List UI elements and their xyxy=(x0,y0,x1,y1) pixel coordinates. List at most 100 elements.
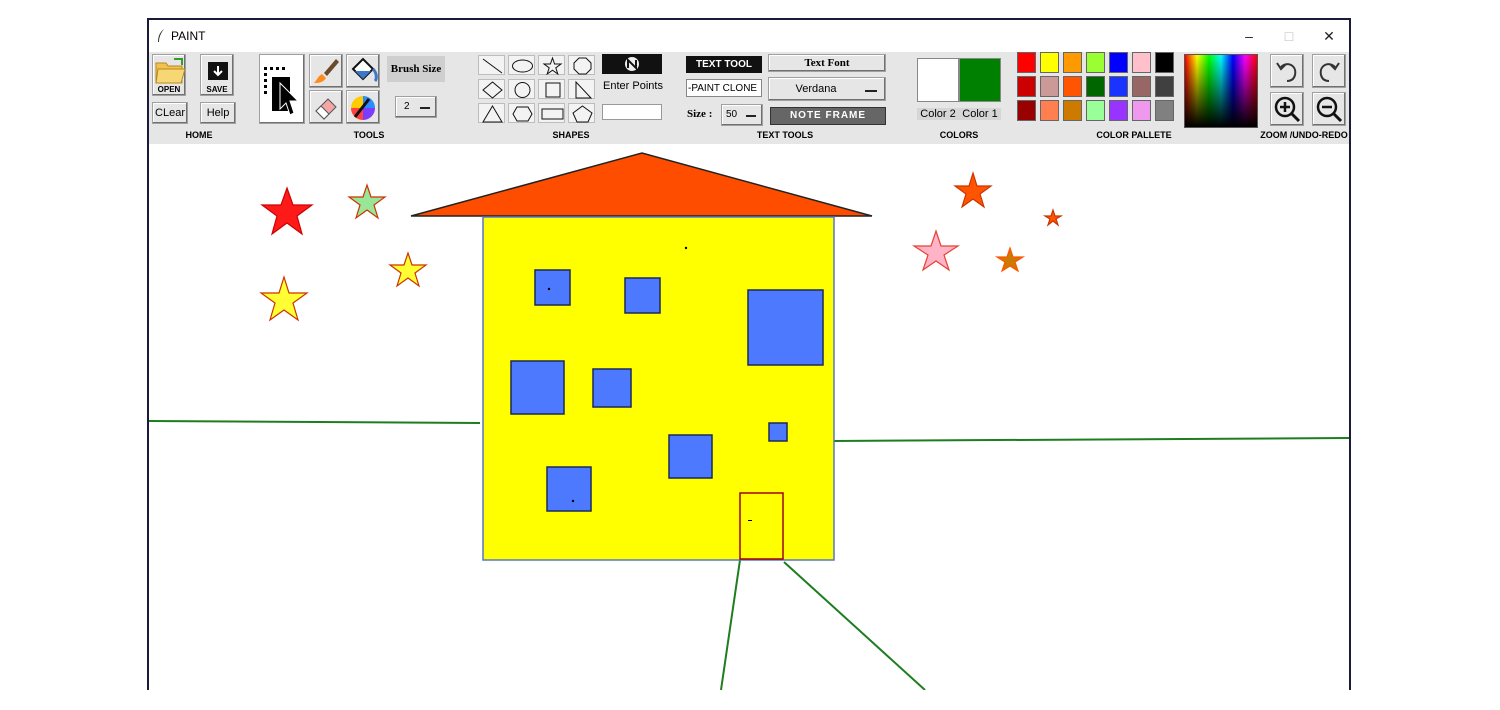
brush-size-select[interactable]: 2 xyxy=(395,96,437,118)
maximize-button[interactable]: □ xyxy=(1273,26,1305,46)
font-select[interactable]: Verdana xyxy=(768,77,886,101)
select-tool-button[interactable] xyxy=(259,54,305,124)
shape-square-button[interactable] xyxy=(538,79,565,99)
star xyxy=(953,170,993,209)
palette-swatch[interactable] xyxy=(1132,52,1151,73)
open-label: OPEN xyxy=(157,85,181,94)
palette-swatch[interactable] xyxy=(1063,52,1082,73)
palette-swatch[interactable] xyxy=(1155,52,1174,73)
shape-right-triangle-button[interactable] xyxy=(568,79,595,99)
text-size-value: 50 xyxy=(726,109,738,120)
help-button[interactable]: Help xyxy=(200,102,236,124)
note-frame-button[interactable]: NOTE FRAME xyxy=(770,107,886,125)
shape-triangle-button[interactable] xyxy=(478,103,505,123)
size-label: Size : xyxy=(687,108,713,120)
folder-icon xyxy=(155,58,186,84)
star xyxy=(1042,208,1064,227)
octagon-icon xyxy=(573,57,592,75)
palette-swatch[interactable] xyxy=(1017,76,1036,97)
points-input[interactable] xyxy=(602,104,662,120)
shape-octagon-button[interactable] xyxy=(568,55,595,75)
brush-tool-button[interactable] xyxy=(309,54,343,88)
star xyxy=(260,186,314,236)
minimize-button[interactable]: – xyxy=(1233,26,1265,46)
ribbon-toolbar: OPEN SAVE CLear Help HOME Brush Size 2 T… xyxy=(149,52,1349,144)
canvas-drawing xyxy=(148,152,1350,691)
redo-button[interactable] xyxy=(1312,54,1346,88)
save-button[interactable]: SAVE xyxy=(200,54,234,96)
house-window xyxy=(747,289,824,366)
color2-label: Color 2 xyxy=(917,108,959,120)
star xyxy=(911,229,961,272)
oval-icon xyxy=(512,59,533,73)
house-window xyxy=(668,434,713,479)
palette-swatch[interactable] xyxy=(1155,100,1174,121)
palette-swatch[interactable] xyxy=(1017,52,1036,73)
undo-button[interactable] xyxy=(1270,54,1304,88)
shape-pentagon-button[interactable] xyxy=(568,103,595,123)
palette-swatch[interactable] xyxy=(1086,76,1105,97)
star xyxy=(347,183,387,220)
star xyxy=(388,251,428,288)
text-font-button[interactable]: Text Font xyxy=(768,54,886,72)
palette-swatch[interactable] xyxy=(1086,100,1105,121)
shape-diamond-button[interactable] xyxy=(478,79,505,99)
shape-rectangle-button[interactable] xyxy=(538,103,565,123)
rectangle-icon xyxy=(541,108,564,120)
n-logo-button[interactable] xyxy=(602,54,662,74)
redo-icon xyxy=(1319,62,1340,82)
palette-swatch[interactable] xyxy=(1109,52,1128,73)
palette-group-label: COLOR PALLETE xyxy=(1096,130,1172,140)
palette-swatch[interactable] xyxy=(1086,52,1105,73)
palette-swatch[interactable] xyxy=(1132,76,1151,97)
undo-icon xyxy=(1276,62,1297,82)
title-bar: PAINT – □ ✕ xyxy=(149,20,1349,52)
palette-swatch[interactable] xyxy=(1109,76,1128,97)
shape-star-button[interactable] xyxy=(538,55,565,76)
pentagon-icon xyxy=(572,105,593,123)
line-icon xyxy=(482,58,503,74)
diamond-icon xyxy=(482,81,503,99)
clear-button[interactable]: CLear xyxy=(152,102,188,124)
text-tool-button[interactable]: TEXT TOOL xyxy=(686,56,762,73)
shape-line-button[interactable] xyxy=(478,55,505,75)
brush-size-value: 2 xyxy=(404,101,410,112)
eraser-tool-button[interactable] xyxy=(309,90,343,124)
star xyxy=(994,246,1026,273)
color-picker-button[interactable] xyxy=(346,90,380,124)
palette-swatch[interactable] xyxy=(1040,100,1059,121)
house-window xyxy=(768,422,788,442)
palette-swatch[interactable] xyxy=(1155,76,1174,97)
path-line-left xyxy=(720,559,741,691)
palette-swatch[interactable] xyxy=(1063,76,1082,97)
color1-label: Color 1 xyxy=(959,108,1001,120)
shape-circle-button[interactable] xyxy=(508,79,535,99)
right-triangle-icon xyxy=(575,80,593,99)
house-window xyxy=(624,277,661,314)
text-input[interactable] xyxy=(686,79,762,97)
eraser-icon xyxy=(315,98,337,120)
palette-swatch[interactable] xyxy=(1109,100,1128,121)
zoom-in-button[interactable] xyxy=(1270,92,1304,126)
home-group-label: HOME xyxy=(185,130,213,140)
open-button[interactable]: OPEN xyxy=(152,54,186,96)
palette-swatch[interactable] xyxy=(1040,52,1059,73)
hexagon-icon xyxy=(512,106,533,122)
save-label: SAVE xyxy=(206,85,228,94)
close-button[interactable]: ✕ xyxy=(1313,26,1345,46)
color-spectrum[interactable] xyxy=(1184,54,1258,128)
color1-swatch[interactable] xyxy=(959,58,1001,102)
zoom-out-button[interactable] xyxy=(1312,92,1346,126)
shape-hexagon-button[interactable] xyxy=(508,103,535,123)
text-size-select[interactable]: 50 xyxy=(721,104,763,126)
color2-swatch[interactable] xyxy=(917,58,959,102)
house-window xyxy=(534,269,571,306)
palette-swatch[interactable] xyxy=(1132,100,1151,121)
shape-oval-button[interactable] xyxy=(508,55,535,75)
save-download-icon xyxy=(208,62,228,80)
palette-swatch[interactable] xyxy=(1017,100,1036,121)
palette-swatch[interactable] xyxy=(1063,100,1082,121)
fill-tool-button[interactable] xyxy=(346,54,380,88)
palette-swatch[interactable] xyxy=(1040,76,1059,97)
drawing-canvas[interactable] xyxy=(148,144,1350,691)
